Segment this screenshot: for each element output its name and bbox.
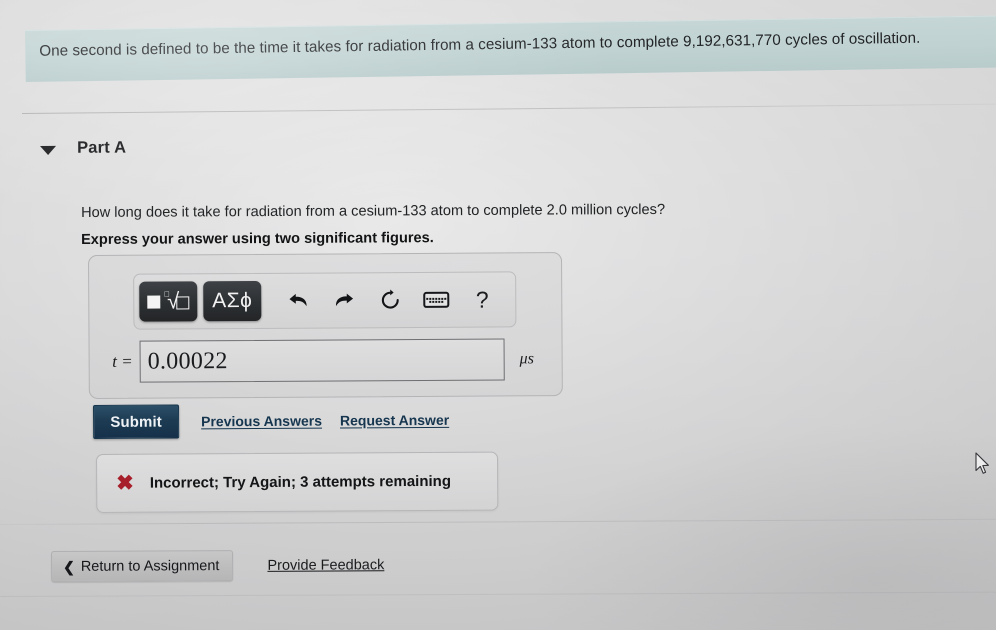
footer-bar: ❮ Return to Assignment Provide Feedback <box>51 549 384 582</box>
submit-row: Submit Previous Answers Request Answer <box>93 403 449 439</box>
page-bottom-divider <box>0 591 996 597</box>
previous-answers-link[interactable]: Previous Answers <box>201 413 322 430</box>
answer-input-row: t = 0.00022 μs <box>104 337 548 384</box>
footer-divider <box>0 518 996 525</box>
chevron-left-icon: ❮ <box>63 558 75 575</box>
answer-unit-label: μs <box>519 350 534 368</box>
feedback-box: ✖ Incorrect; Try Again; 3 attempts remai… <box>96 451 499 513</box>
problem-statement-banner: One second is defined to be the time it … <box>25 15 996 82</box>
request-answer-link[interactable]: Request Answer <box>340 412 449 429</box>
part-a-header[interactable]: Part A <box>40 139 126 158</box>
part-title: Part A <box>76 138 127 157</box>
keyboard-glyph <box>423 291 450 308</box>
square-placeholder-icon <box>147 295 161 309</box>
variable-label: t = <box>112 351 133 371</box>
nth-root-icon: □ √ <box>162 288 190 314</box>
problem-statement-text: One second is defined to be the time it … <box>39 29 921 60</box>
submit-button[interactable]: Submit <box>93 404 180 439</box>
math-toolbar: □ √ ΑΣϕ ? <box>133 271 517 330</box>
undo-arrow-icon[interactable] <box>275 279 321 323</box>
answer-input[interactable]: 0.00022 <box>139 338 505 383</box>
question-instruction: Express your answer using two significan… <box>81 230 434 248</box>
answer-panel: □ √ ΑΣϕ ? t = 0.00022 μs <box>88 252 563 399</box>
radicand-placeholder <box>176 295 190 309</box>
root-index-placeholder: □ <box>164 289 170 299</box>
feedback-message: Incorrect; Try Again; 3 attempts remaini… <box>149 472 452 492</box>
redo-arrow-icon[interactable] <box>321 278 367 322</box>
return-to-assignment-button[interactable]: ❮ Return to Assignment <box>51 550 234 582</box>
return-to-assignment-label: Return to Assignment <box>80 557 220 575</box>
keyboard-icon[interactable] <box>413 278 459 322</box>
help-button[interactable]: ? <box>459 277 505 321</box>
provide-feedback-link[interactable]: Provide Feedback <box>267 557 384 574</box>
greek-symbols-button[interactable]: ΑΣϕ <box>203 280 262 322</box>
incorrect-x-icon: ✖ <box>116 471 134 495</box>
mouse-cursor-icon <box>975 452 991 476</box>
question-prompt: How long does it take for radiation from… <box>81 201 666 221</box>
reset-circular-arrow-icon[interactable] <box>367 278 413 322</box>
header-divider <box>22 103 996 114</box>
caret-down-icon[interactable] <box>40 145 57 155</box>
math-template-button[interactable]: □ √ <box>139 281 198 322</box>
page-background: One second is defined to be the time it … <box>0 0 996 630</box>
